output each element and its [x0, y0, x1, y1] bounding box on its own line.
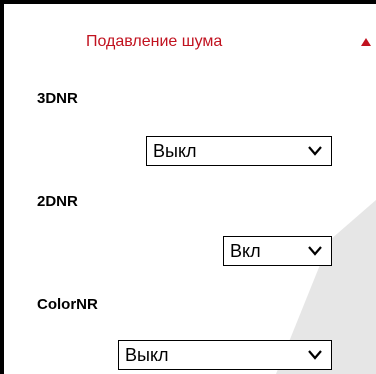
label-colornr: ColorNR	[37, 296, 98, 313]
select-2dnr[interactable]: Вкл	[223, 236, 332, 266]
top-border	[0, 0, 376, 4]
select-3dnr[interactable]: Выкл	[146, 136, 332, 166]
chevron-down-icon	[308, 246, 322, 256]
section-header[interactable]: Подавление шума	[0, 28, 376, 58]
select-2dnr-value: Вкл	[230, 241, 261, 261]
noise-reduction-panel: Подавление шума 3DNR Выкл 2DNR Вкл Color…	[0, 0, 376, 374]
select-colornr-value: Выкл	[125, 345, 169, 365]
triangle-up-icon[interactable]	[361, 38, 371, 46]
select-3dnr-value: Выкл	[153, 141, 197, 161]
label-3dnr: 3DNR	[37, 90, 78, 107]
label-2dnr: 2DNR	[37, 193, 78, 210]
select-colornr[interactable]: Выкл	[118, 340, 332, 370]
chevron-down-icon	[308, 350, 322, 360]
section-title: Подавление шума	[86, 33, 223, 50]
chevron-down-icon	[308, 146, 322, 156]
